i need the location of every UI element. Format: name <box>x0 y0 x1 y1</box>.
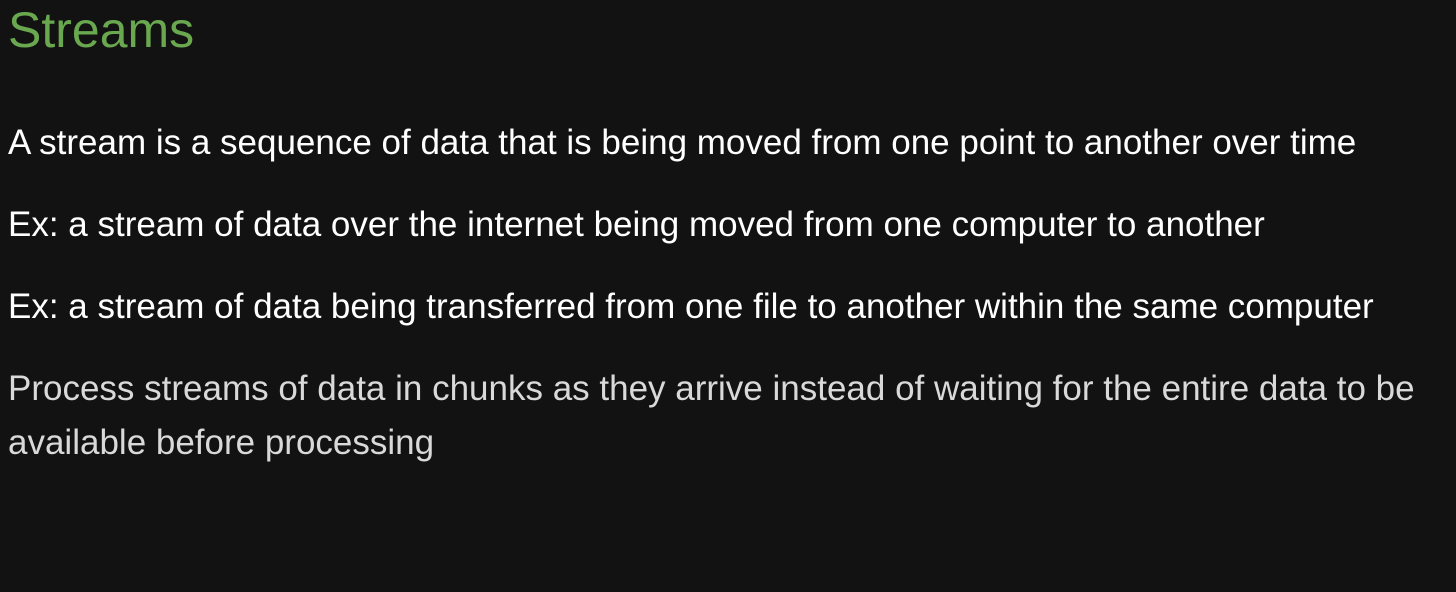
bullet-2: Ex: a stream of data over the internet b… <box>8 205 1265 244</box>
bullet-3: Ex: a stream of data being transferred f… <box>8 287 1374 326</box>
slide-title: Streams <box>8 2 195 58</box>
slide: Streams A stream is a sequence of data t… <box>0 0 1456 592</box>
bullet-4: Process streams of data in chunks as the… <box>8 369 1415 462</box>
bullet-1: A stream is a sequence of data that is b… <box>8 123 1357 162</box>
bullet-list: A stream is a sequence of data that is b… <box>8 116 1448 498</box>
